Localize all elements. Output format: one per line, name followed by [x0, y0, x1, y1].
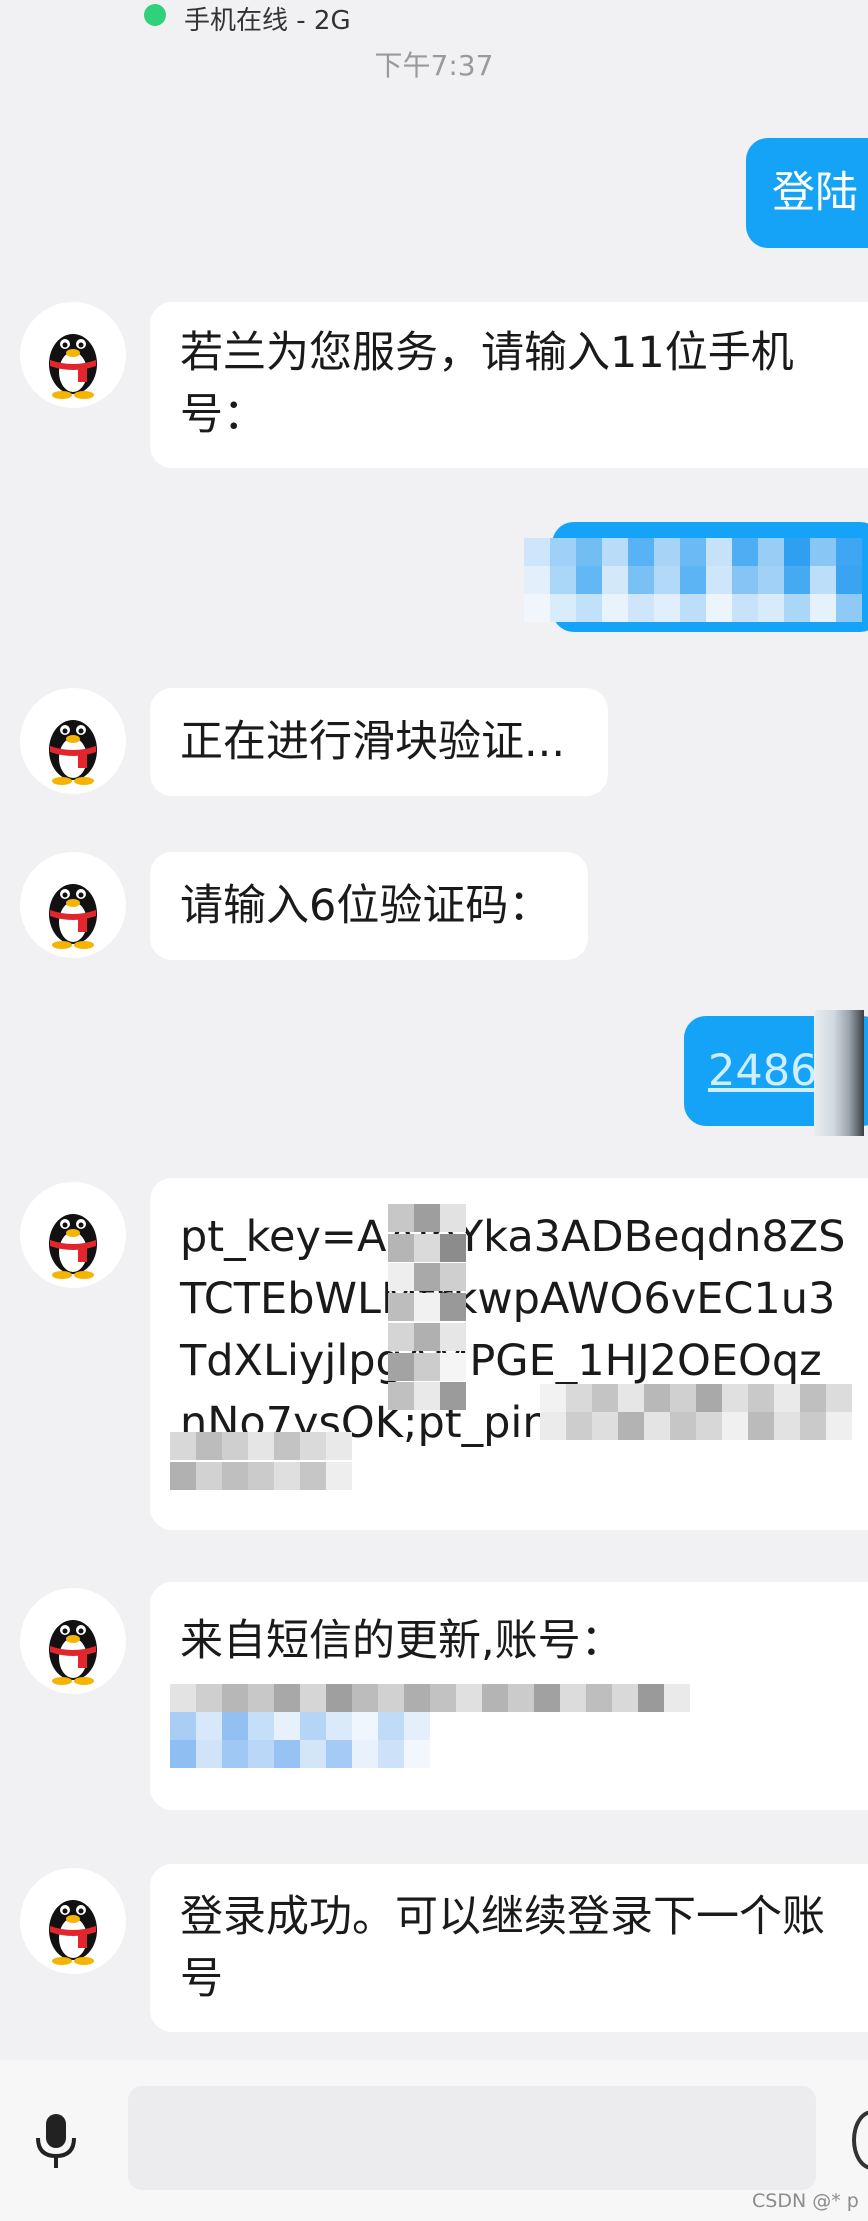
redacted-phone-number [524, 538, 862, 622]
message-input[interactable] [128, 2086, 816, 2190]
redaction-smudge [814, 1010, 864, 1136]
message-timestamp: 下午7:37 [374, 49, 494, 82]
message-text-line: 正在进行滑块验证... [180, 717, 566, 767]
redacted-pin-mosaic [540, 1384, 868, 1440]
incoming-message-code-prompt[interactable]: 请输入6位验证码： [150, 852, 588, 960]
bot-avatar[interactable] [20, 1182, 126, 1288]
message-text-line: TCTEbWLMtrkwpAWO6vEC1u3 [180, 1274, 836, 1324]
outgoing-message-login[interactable]: 登陆 [746, 138, 868, 248]
qq-penguin-icon [49, 720, 97, 785]
bot-avatar[interactable] [20, 1868, 126, 1974]
message-text-line: pt_key=AAJhYka3ADBeqdn8ZS [180, 1212, 846, 1262]
message-text-line: 号 [180, 1954, 223, 2004]
qq-penguin-icon [49, 1620, 97, 1685]
qq-penguin-icon [49, 1214, 97, 1279]
redacted-tail-mosaic [170, 1432, 352, 1492]
watermark: CSDN @* p [752, 2190, 859, 2212]
incoming-message-success[interactable]: 登录成功。可以继续登录下一个账 号 [150, 1864, 868, 2032]
bot-avatar[interactable] [20, 852, 126, 958]
message-text-line: 号： [180, 390, 266, 440]
message-text-line: 若兰为您服务，请输入11位手机 [180, 328, 794, 378]
qq-penguin-icon [49, 334, 97, 399]
incoming-message-slider[interactable]: 正在进行滑块验证... [150, 688, 608, 796]
bot-avatar[interactable] [20, 1588, 126, 1694]
bot-avatar[interactable] [20, 688, 126, 794]
redacted-account-blue-mosaic [170, 1712, 430, 1768]
redacted-account-mosaic [170, 1684, 690, 1712]
message-text-line: 来自短信的更新,账号： [180, 1616, 624, 1666]
message-text-line: 登录成功。可以继续登录下一个账 [180, 1892, 825, 1942]
qq-penguin-icon [49, 1900, 97, 1965]
online-status-dot [144, 4, 166, 26]
redacted-key-mosaic [388, 1204, 466, 1412]
message-text-line: 请输入6位验证码： [180, 881, 552, 931]
message-text: 登陆 [772, 168, 858, 218]
microphone-icon[interactable] [30, 2110, 82, 2172]
online-status-text: 手机在线 - 2G [184, 6, 351, 36]
message-text-line: TdXLiyjlpgAMPGE_1HJ2OEOqz [180, 1336, 822, 1386]
qq-penguin-icon [49, 884, 97, 949]
incoming-message-welcome[interactable]: 若兰为您服务，请输入11位手机 号： [150, 302, 868, 468]
back-arrow-icon[interactable] [28, 0, 68, 10]
bot-avatar[interactable] [20, 302, 126, 408]
